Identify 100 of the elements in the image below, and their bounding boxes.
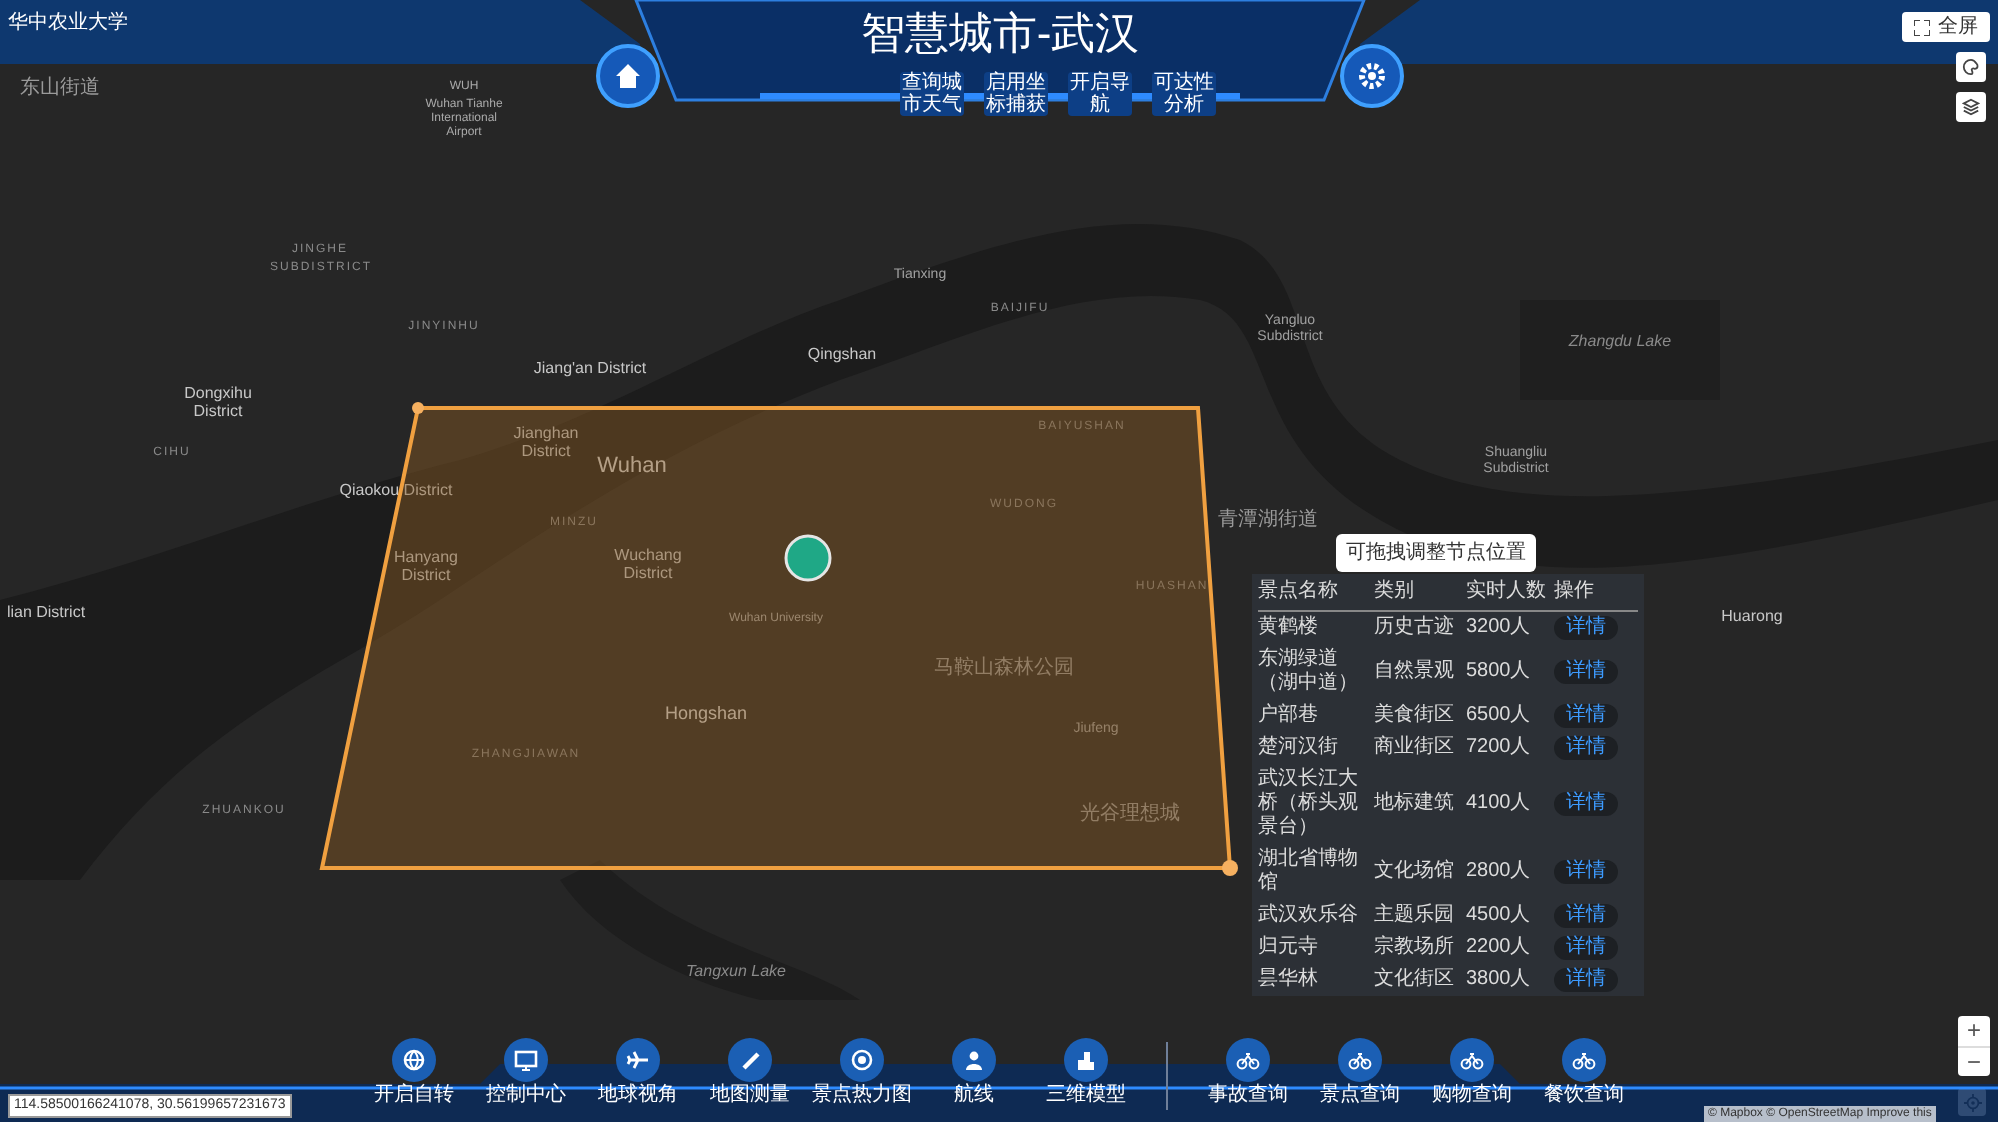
- toolbar-button[interactable]: 事故查询: [1196, 1038, 1300, 1108]
- monitor-icon: [514, 1048, 538, 1072]
- toolbar-button[interactable]: 开启自转: [362, 1038, 466, 1108]
- table-cell: 3200人: [1466, 611, 1554, 644]
- map-label: Qingshan: [807, 345, 877, 363]
- table-cell: 4100人: [1466, 764, 1554, 844]
- table-cell-text: 美食街区: [1374, 701, 1456, 730]
- bicycle-icon: [1572, 1048, 1596, 1072]
- table-cell: 2800人: [1466, 844, 1554, 900]
- details-button[interactable]: 详情: [1554, 904, 1618, 928]
- table-cell: 5800人: [1466, 644, 1554, 700]
- header-button[interactable]: 查询城市天气: [900, 72, 964, 116]
- column-header: 实时人数: [1466, 574, 1554, 611]
- building-icon: [1074, 1048, 1098, 1072]
- person-icon: [962, 1048, 986, 1072]
- zoom-out-button[interactable]: −: [1958, 1046, 1990, 1076]
- column-header: 操作: [1554, 574, 1638, 611]
- map-label: 马鞍山森林公园: [934, 654, 1074, 683]
- home-button[interactable]: [596, 44, 660, 108]
- map-label: Hongshan: [664, 700, 748, 727]
- table-cell: 昙华林: [1258, 964, 1374, 996]
- table-cell: 7200人: [1466, 732, 1554, 764]
- page-title: 智慧城市-武汉: [858, 6, 1142, 62]
- settings-button[interactable]: [1340, 44, 1404, 108]
- table-cell: 湖北省博物馆: [1258, 844, 1374, 900]
- map-label: Jiang'an District: [533, 359, 647, 377]
- bicycle-icon: [1236, 1048, 1260, 1072]
- toolbar-button[interactable]: 景点热力图: [810, 1038, 914, 1108]
- map-label: Huarong: [1721, 607, 1783, 625]
- table-cell: 武汉长江大桥（桥头观景台）: [1258, 764, 1374, 844]
- details-button[interactable]: 详情: [1554, 616, 1618, 640]
- toolbar-button[interactable]: 餐饮查询: [1532, 1038, 1636, 1108]
- table-cell: 历史古迹: [1374, 611, 1466, 644]
- vertex-handle[interactable]: [412, 402, 424, 414]
- header-button[interactable]: 启用坐标捕获: [984, 72, 1048, 116]
- map-label: 光谷理想城: [1080, 800, 1180, 829]
- layers-icon: [1962, 98, 1980, 116]
- map-label: Qiaokou District: [339, 481, 453, 499]
- fullscreen-icon: [1914, 19, 1930, 35]
- toolbar-button[interactable]: 景点查询: [1308, 1038, 1412, 1108]
- map-label: Dongxihu District: [182, 384, 254, 420]
- details-button[interactable]: 详情: [1554, 704, 1618, 728]
- map-label: 东山街道: [20, 74, 100, 103]
- ruler-icon: [738, 1048, 762, 1072]
- home-icon: [612, 60, 644, 92]
- table-cell: 6500人: [1466, 700, 1554, 732]
- fullscreen-button[interactable]: 全屏: [1902, 12, 1990, 42]
- table-cell: 归元寺: [1258, 932, 1374, 964]
- table-cell: 楚河汉街: [1258, 732, 1374, 764]
- table-cell: 主题乐园: [1374, 900, 1466, 932]
- toolbar-button[interactable]: 地球视角: [586, 1038, 690, 1108]
- table-cell: 4500人: [1466, 900, 1554, 932]
- table-cell: 3800人: [1466, 964, 1554, 996]
- zoom-in-button[interactable]: +: [1958, 1016, 1990, 1046]
- column-header: 景点名称: [1258, 574, 1374, 611]
- table-cell: 地标建筑: [1374, 764, 1466, 844]
- toolbar-button[interactable]: 三维模型: [1034, 1038, 1138, 1108]
- vertex-handle[interactable]: [1222, 860, 1238, 876]
- university-logo: 华中农业大学: [8, 9, 128, 38]
- map-label: lian District: [6, 603, 86, 621]
- location-marker[interactable]: [784, 534, 832, 582]
- table-cell-text: 商业街区: [1374, 733, 1456, 762]
- target-icon: [850, 1048, 874, 1072]
- map-label: Jianghan District: [511, 424, 581, 460]
- table-cell: 黄鹤楼: [1258, 611, 1374, 644]
- map-label: Wuhan: [597, 451, 667, 482]
- header-button[interactable]: 可达性分析: [1152, 72, 1216, 116]
- toolbar-button[interactable]: 控制中心: [474, 1038, 578, 1108]
- details-button[interactable]: 详情: [1554, 860, 1618, 884]
- column-header: 类别: [1374, 574, 1466, 611]
- table-cell: 武汉欢乐谷: [1258, 900, 1374, 932]
- header-button[interactable]: 开启导航: [1068, 72, 1132, 116]
- tooltip: 可拖拽调整节点位置: [1336, 534, 1536, 572]
- table-cell-text: 文化场馆: [1374, 857, 1456, 886]
- map-label: 青潭湖街道: [1218, 506, 1318, 535]
- details-button[interactable]: 详情: [1554, 736, 1618, 760]
- toolbar-button[interactable]: 地图测量: [698, 1038, 802, 1108]
- globe-icon: [402, 1048, 426, 1072]
- details-button[interactable]: 详情: [1554, 792, 1618, 816]
- airplane-icon: [626, 1048, 650, 1072]
- map-label: Tangxun Lake: [686, 960, 786, 984]
- table-cell-text: 东湖绿道（湖中道）: [1258, 645, 1360, 698]
- details-button[interactable]: 详情: [1554, 968, 1618, 992]
- bicycle-icon: [1460, 1048, 1484, 1072]
- layers-button[interactable]: [1956, 92, 1986, 122]
- palette-icon: [1962, 58, 1980, 76]
- details-button[interactable]: 详情: [1554, 936, 1618, 960]
- bicycle-icon: [1348, 1048, 1372, 1072]
- table-cell-text: 宗教场所: [1374, 933, 1456, 962]
- table-cell: 文化街区: [1374, 964, 1466, 996]
- table-cell-text: 户部巷: [1258, 701, 1320, 730]
- map-label: Hanyang District: [391, 548, 461, 584]
- table-cell: 自然景观: [1374, 644, 1466, 700]
- toolbar-button[interactable]: 航线: [922, 1038, 1026, 1108]
- map-label: Wuchang District: [612, 546, 684, 582]
- toolbar-button[interactable]: 购物查询: [1420, 1038, 1524, 1108]
- map-label: Zhangdu Lake: [1568, 330, 1672, 354]
- details-button[interactable]: 详情: [1554, 660, 1618, 684]
- table-cell: 2200人: [1466, 932, 1554, 964]
- theme-button[interactable]: [1956, 52, 1986, 82]
